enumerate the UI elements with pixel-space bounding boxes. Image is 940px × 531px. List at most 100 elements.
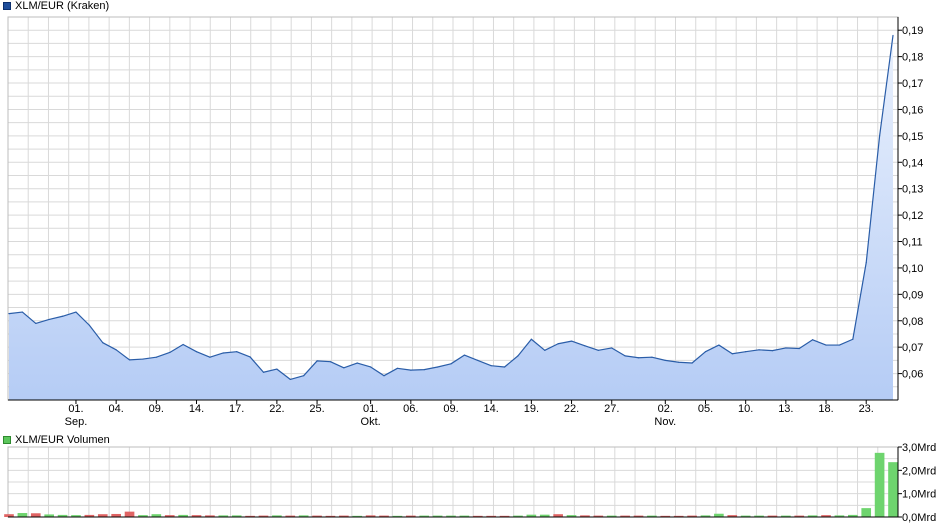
price-x-tick-label: 14.: [484, 403, 499, 415]
price-x-tick-label: 27.: [604, 403, 619, 415]
price-y-tick-label: 0,15: [902, 131, 923, 143]
price-point: [383, 375, 385, 377]
price-y-tick-label: 0,17: [902, 78, 923, 90]
price-legend-swatch: [3, 2, 11, 10]
price-x-tick-label: 06.: [403, 403, 418, 415]
price-x-tick-label: 10.: [738, 403, 753, 415]
price-point: [61, 315, 64, 317]
price-point: [637, 357, 640, 359]
price-point: [865, 262, 867, 264]
price-point: [678, 361, 680, 363]
price-x-tick-label: 09.: [149, 403, 164, 415]
price-point: [892, 34, 894, 37]
price-point: [128, 359, 131, 361]
price-point: [75, 311, 77, 313]
price-x-tick-label: 25.: [309, 403, 324, 415]
price-y-tick-label: 0,07: [902, 342, 923, 354]
volume-bar: [124, 511, 135, 517]
price-y-tick-label: 0,14: [902, 157, 923, 169]
price-point: [691, 362, 693, 364]
price-point: [329, 361, 332, 363]
price-x-tick-sublabel: Nov.: [654, 416, 676, 428]
price-point: [557, 343, 559, 345]
price-x-tick-label: 01.: [363, 403, 378, 415]
price-line: [8, 35, 894, 380]
price-legend: XLM/EUR (Kraken): [3, 0, 109, 12]
volume-bar: [17, 513, 28, 517]
price-point: [276, 368, 278, 370]
price-x-tick-label: 05.: [698, 403, 713, 415]
volume-y-tick-label: 2,0Mrd: [902, 465, 936, 477]
price-point: [115, 349, 117, 351]
price-point: [731, 353, 733, 355]
price-point: [142, 358, 144, 360]
price-point: [102, 342, 104, 344]
price-point: [222, 352, 224, 354]
price-point: [249, 356, 251, 358]
chart-svg: 0,06 0,07 0,08 0,09 0,10 0,11 0,12 0,13 0,14 0,15…: [4, 16, 936, 524]
price-point: [597, 349, 599, 351]
price-point: [477, 359, 479, 361]
price-point: [182, 343, 184, 346]
volume-y-tick-label: 0,0Mrd: [902, 512, 936, 524]
price-point: [463, 354, 465, 356]
price-x-tick-label: 13.: [778, 403, 793, 415]
price-point: [624, 355, 626, 357]
price-legend-label: XLM/EUR (Kraken): [15, 0, 110, 12]
price-point: [785, 347, 787, 349]
price-point: [651, 356, 653, 358]
price-point: [316, 360, 318, 362]
price-point: [8, 313, 10, 315]
price-x-tick-label: 22.: [269, 403, 284, 415]
price-y-tick-label: 0,12: [902, 210, 923, 222]
price-point: [289, 378, 291, 380]
price-x-tick-label: 22.: [564, 403, 579, 415]
price-point: [798, 347, 800, 350]
price-point: [503, 366, 506, 368]
volume-y-tick-label: 1,0Mrd: [902, 489, 936, 501]
price-point: [396, 367, 399, 369]
price-y-tick-label: 0,19: [902, 25, 923, 37]
price-point: [584, 345, 586, 347]
price-point: [544, 349, 546, 351]
price-point: [410, 369, 412, 371]
price-x-tick-label: 01.: [68, 403, 83, 415]
price-y-tick-label: 0,09: [902, 289, 923, 301]
volume-legend-swatch: [3, 436, 11, 444]
price-x-tick-label: 23.: [859, 403, 874, 415]
price-point: [35, 322, 37, 324]
price-point: [88, 324, 90, 326]
price-point: [262, 371, 265, 373]
price-y-tick-label: 0,11: [902, 237, 923, 249]
volume-bar: [888, 462, 898, 517]
price-point: [195, 351, 198, 353]
volume-bar: [30, 513, 41, 517]
price-point: [745, 351, 747, 353]
volume-bar: [874, 452, 885, 517]
price-point: [825, 344, 827, 346]
price-x-tick-label: 09.: [443, 403, 458, 415]
price-point: [758, 349, 760, 351]
price-point: [343, 367, 345, 369]
price-point: [771, 350, 774, 352]
price-point: [155, 356, 157, 358]
price-point: [852, 338, 854, 340]
price-point: [530, 338, 532, 340]
price-point: [370, 366, 372, 368]
price-point: [611, 347, 613, 349]
price-y-tick-label: 0,06: [902, 369, 923, 381]
price-point: [356, 362, 358, 364]
price-point: [236, 351, 238, 353]
price-x-tick-label: 19.: [524, 403, 539, 415]
price-area: [9, 35, 893, 401]
price-point: [437, 366, 439, 368]
price-point: [209, 356, 211, 358]
price-point: [838, 344, 841, 346]
price-x-tick-label: 04.: [109, 403, 124, 415]
price-point: [517, 355, 519, 357]
chart-root: XLM/EUR (Kraken) XLM/EUR Volumen 0,06 0,0…: [0, 0, 940, 526]
volume-legend-label: XLM/EUR Volumen: [15, 434, 110, 446]
price-x-tick-sublabel: Sep.: [65, 416, 88, 428]
price-point: [490, 365, 492, 367]
price-y-tick-label: 0,13: [902, 184, 923, 196]
